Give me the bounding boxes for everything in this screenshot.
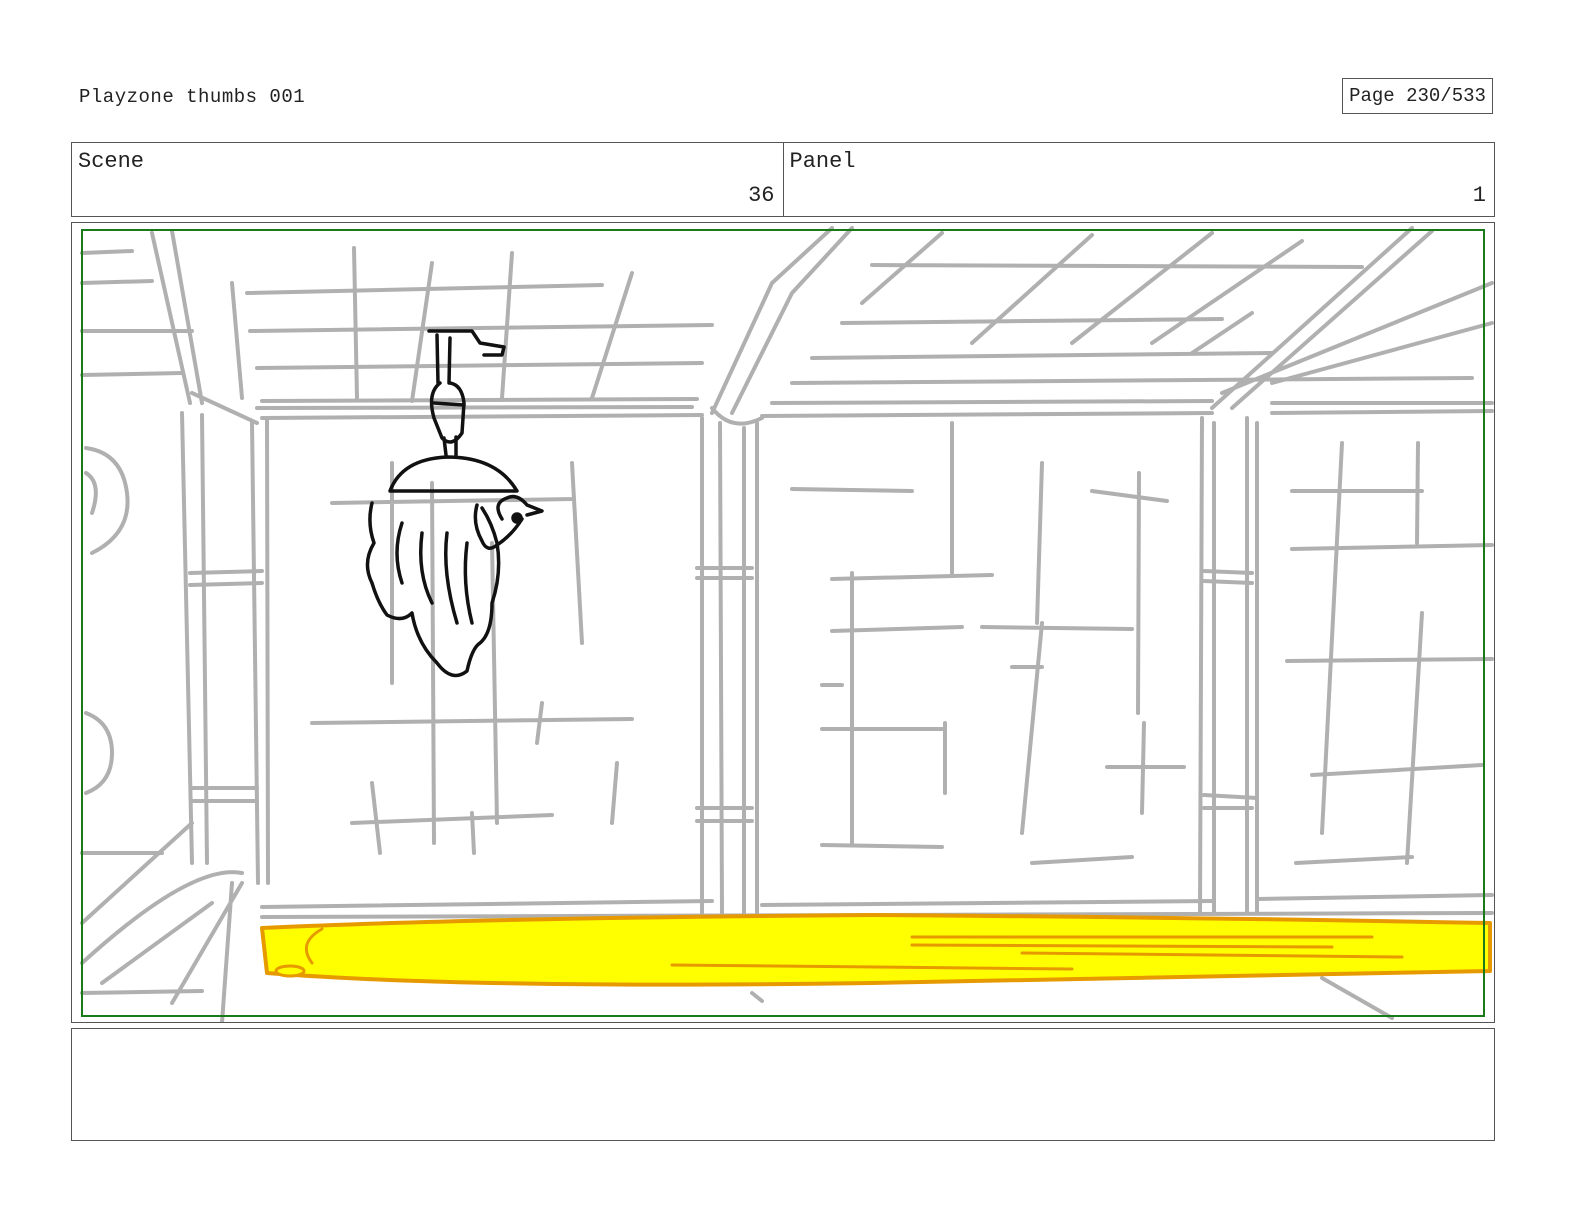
background-sketch <box>80 226 1494 1022</box>
panel-cell: Panel 1 <box>782 143 1495 216</box>
goo-puddle <box>260 913 1492 987</box>
scene-panel-header: Scene 36 Panel 1 <box>71 142 1495 217</box>
scene-cell: Scene 36 <box>72 143 783 216</box>
storyboard-sketch <box>80 226 1494 1022</box>
panel-label: Panel <box>789 149 856 174</box>
page-number-badge: Page 230/533 <box>1342 78 1493 114</box>
notes-area <box>71 1028 1495 1141</box>
document-title: Playzone thumbs 001 <box>79 86 306 108</box>
panel-number: 1 <box>1472 183 1486 208</box>
scene-label: Scene <box>78 149 145 174</box>
storyboard-panel <box>71 222 1495 1023</box>
scene-number: 36 <box>748 183 775 208</box>
